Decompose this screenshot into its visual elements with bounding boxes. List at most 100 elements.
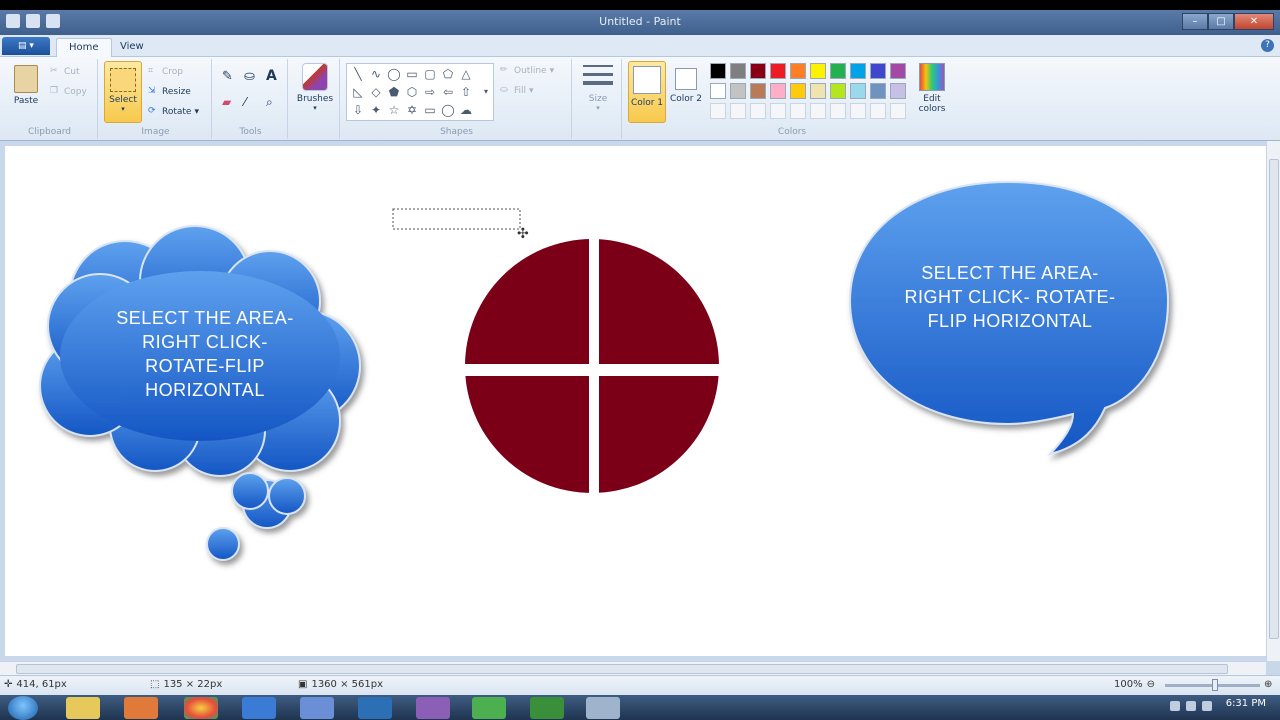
rounded-rectangle-shape-icon[interactable]: ▢ — [423, 67, 437, 81]
hexagon-shape-icon[interactable]: ⬡ — [405, 85, 419, 99]
triangle-shape-icon[interactable]: △ — [459, 67, 473, 81]
brushes-button[interactable]: Brushes ▾ — [296, 63, 334, 112]
color-swatch[interactable] — [850, 63, 866, 79]
right-triangle-shape-icon[interactable]: ◺ — [351, 85, 365, 99]
oval-callout-shape-icon[interactable]: ◯ — [441, 103, 455, 117]
zoom-slider-handle[interactable] — [1212, 679, 1218, 691]
color-swatch[interactable] — [790, 63, 806, 79]
pentagon-shape-icon[interactable]: ⬟ — [387, 85, 401, 99]
color1-button[interactable]: Color 1 — [628, 61, 666, 123]
horizontal-scroll-thumb[interactable] — [16, 664, 1228, 674]
rect-callout-shape-icon[interactable]: ▭ — [423, 103, 437, 117]
color-swatch[interactable] — [730, 83, 746, 99]
flag-icon[interactable] — [1170, 701, 1180, 711]
color-swatch[interactable] — [770, 63, 786, 79]
edit-colors-button[interactable]: Edit colors — [914, 63, 950, 114]
chrome-taskbar-icon[interactable] — [184, 697, 218, 719]
pencil-tool[interactable]: ✎ — [222, 69, 233, 84]
paint-menu-button[interactable]: ▤ ▾ — [2, 37, 50, 55]
volume-icon[interactable] — [1202, 701, 1212, 711]
tab-view[interactable]: View — [108, 38, 156, 57]
custom-color-swatch[interactable] — [850, 103, 866, 119]
color-swatch[interactable] — [770, 83, 786, 99]
four-point-star-shape-icon[interactable]: ✦ — [369, 103, 383, 117]
color-swatch[interactable] — [750, 63, 766, 79]
oval-shape-icon[interactable]: ◯ — [387, 67, 401, 81]
gallery-scroll-icon[interactable]: ▾ — [479, 85, 493, 99]
color-swatch[interactable] — [710, 83, 726, 99]
tab-home[interactable]: Home — [56, 38, 112, 57]
ie-taskbar-icon[interactable] — [242, 697, 276, 719]
custom-color-swatch[interactable] — [790, 103, 806, 119]
size-button[interactable]: Size ▾ — [580, 65, 616, 112]
color-swatch[interactable] — [830, 63, 846, 79]
custom-color-swatch[interactable] — [710, 103, 726, 119]
resize-button[interactable]: ⇲ Resize — [148, 86, 191, 97]
color-swatch[interactable] — [830, 83, 846, 99]
up-arrow-shape-icon[interactable]: ⇧ — [459, 85, 473, 99]
vertical-scrollbar[interactable] — [1266, 141, 1280, 661]
fill-button[interactable]: ⛀ Fill ▾ — [500, 85, 534, 96]
help-icon[interactable]: ? — [1261, 39, 1274, 52]
selection-rectangle[interactable] — [392, 208, 521, 230]
color-swatch[interactable] — [730, 63, 746, 79]
crop-button[interactable]: ⌗ Crop — [148, 66, 183, 77]
start-button[interactable] — [8, 696, 38, 720]
custom-color-swatch[interactable] — [870, 103, 886, 119]
paste-button[interactable]: Paste — [8, 65, 44, 106]
close-button[interactable]: ✕ — [1234, 13, 1274, 30]
left-arrow-shape-icon[interactable]: ⇦ — [441, 85, 455, 99]
network-icon[interactable] — [1186, 701, 1196, 711]
cut-button[interactable]: ✂ Cut — [50, 66, 80, 77]
clock[interactable]: 6:31 PM — [1226, 698, 1266, 709]
color-swatch[interactable] — [870, 63, 886, 79]
custom-color-swatch[interactable] — [770, 103, 786, 119]
custom-color-swatch[interactable] — [830, 103, 846, 119]
outline-button[interactable]: ✏ Outline ▾ — [500, 65, 554, 76]
select-button[interactable]: Select ▾ — [104, 61, 142, 123]
color-swatch[interactable] — [870, 83, 886, 99]
media-player-taskbar-icon[interactable] — [124, 697, 158, 719]
color-swatch[interactable] — [750, 83, 766, 99]
six-point-star-shape-icon[interactable]: ✡ — [405, 103, 419, 117]
zoom-out-icon[interactable]: ⊖ — [1147, 679, 1155, 690]
explorer-taskbar-icon[interactable] — [66, 697, 100, 719]
skype-taskbar-icon[interactable] — [358, 697, 392, 719]
word-taskbar-icon[interactable] — [300, 697, 334, 719]
diamond-shape-icon[interactable]: ◇ — [369, 85, 383, 99]
magnifier-tool[interactable]: ⌕ — [266, 95, 273, 110]
color-swatch[interactable] — [890, 63, 906, 79]
zoom-in-icon[interactable]: ⊕ — [1264, 679, 1272, 690]
color-picker-tool[interactable]: ⁄ — [244, 95, 246, 109]
app-taskbar-icon[interactable] — [416, 697, 450, 719]
color-swatch[interactable] — [790, 83, 806, 99]
text-tool[interactable]: A — [266, 68, 277, 84]
custom-color-swatch[interactable] — [890, 103, 906, 119]
curve-shape-icon[interactable]: ∿ — [369, 67, 383, 81]
color-swatch[interactable] — [850, 83, 866, 99]
camtasia-taskbar-icon[interactable] — [472, 697, 506, 719]
color-swatch[interactable] — [710, 63, 726, 79]
color-swatch[interactable] — [810, 83, 826, 99]
line-shape-icon[interactable]: ╲ — [351, 67, 365, 81]
down-arrow-shape-icon[interactable]: ⇩ — [351, 103, 365, 117]
color-swatch[interactable] — [810, 63, 826, 79]
custom-color-swatch[interactable] — [750, 103, 766, 119]
rotate-button[interactable]: ⟳ Rotate ▾ — [148, 106, 199, 117]
copy-button[interactable]: ❐ Copy — [50, 86, 87, 97]
right-arrow-shape-icon[interactable]: ⇨ — [423, 85, 437, 99]
cloud-callout-shape-icon[interactable]: ☁ — [459, 103, 473, 117]
minimize-button[interactable]: – — [1182, 13, 1208, 30]
vertical-scroll-thumb[interactable] — [1269, 159, 1279, 639]
horizontal-scrollbar[interactable] — [0, 661, 1266, 675]
custom-color-swatch[interactable] — [730, 103, 746, 119]
polygon-shape-icon[interactable]: ⬠ — [441, 67, 455, 81]
color-swatch[interactable] — [890, 83, 906, 99]
color2-button[interactable]: Color 2 — [668, 61, 704, 123]
maximize-button[interactable]: □ — [1208, 13, 1234, 30]
drawing-canvas[interactable]: ✣ SELECT THE AREA- RIGHT CLICK- ROTATE-F… — [5, 146, 1266, 656]
five-point-star-shape-icon[interactable]: ☆ — [387, 103, 401, 117]
eraser-tool[interactable]: ▰ — [222, 95, 231, 109]
rectangle-shape-icon[interactable]: ▭ — [405, 67, 419, 81]
paint-taskbar-icon[interactable] — [586, 697, 620, 719]
